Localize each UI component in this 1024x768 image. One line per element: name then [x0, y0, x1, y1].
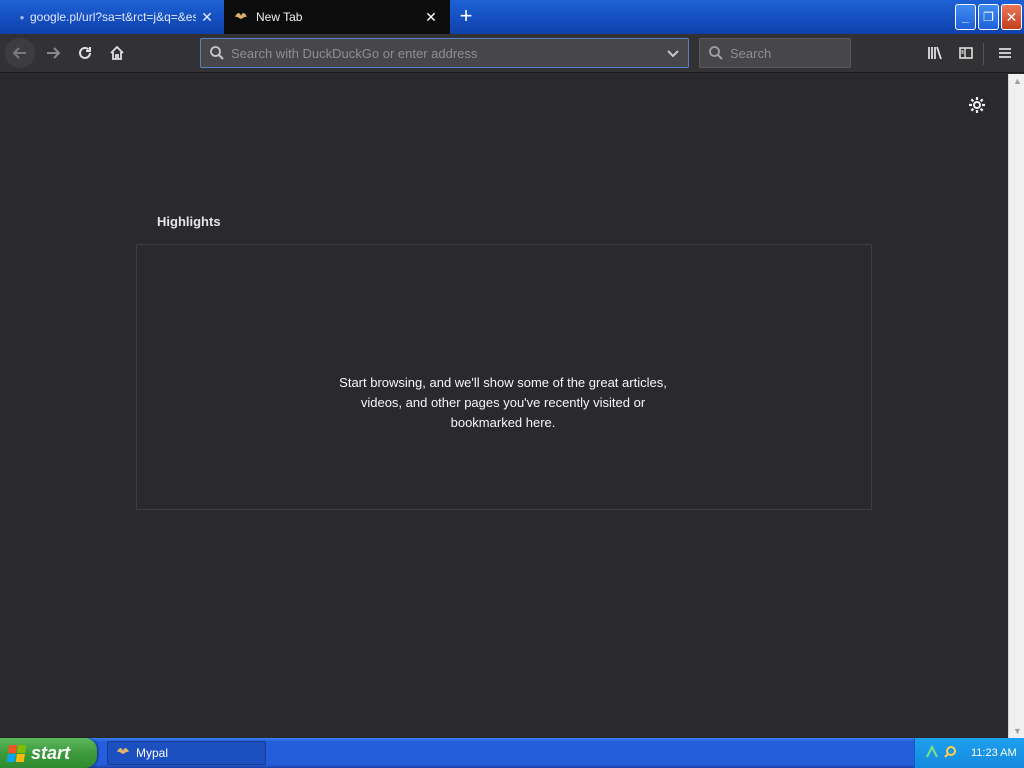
- highlights-section: Start browsing, and we'll show some of t…: [136, 244, 872, 510]
- nav-toolbar: [0, 34, 1024, 73]
- url-input[interactable]: [231, 45, 651, 61]
- taskbar-item-mypal[interactable]: Mypal: [107, 741, 266, 765]
- title-bar: ● google.pl/url?sa=t&rct=j&q=&esrc ✕ New…: [0, 0, 1024, 34]
- restore-icon: ❐: [983, 10, 994, 24]
- menu-button[interactable]: [990, 39, 1020, 67]
- forward-arrow-icon: [47, 47, 61, 59]
- reload-icon: [79, 46, 91, 59]
- mypal-favicon-icon: [234, 10, 248, 24]
- back-button[interactable]: [5, 38, 35, 68]
- reload-button[interactable]: [70, 39, 100, 67]
- vertical-scrollbar[interactable]: ▲ ▼: [1008, 74, 1024, 738]
- close-tab-icon[interactable]: ✕: [199, 9, 215, 25]
- network-icon[interactable]: [925, 744, 939, 762]
- close-tab-icon[interactable]: ✕: [423, 9, 439, 25]
- forward-button[interactable]: [38, 39, 68, 67]
- search-tray-icon[interactable]: [943, 745, 957, 762]
- scroll-up-icon[interactable]: ▲: [1013, 76, 1022, 86]
- close-window-button[interactable]: ✕: [1001, 4, 1022, 30]
- plus-icon: +: [459, 3, 473, 28]
- tab-title: New Tab: [256, 10, 303, 24]
- minimize-button[interactable]: _: [955, 4, 976, 30]
- new-tab-button[interactable]: +: [455, 3, 477, 28]
- windows-logo-icon: [6, 744, 27, 762]
- scroll-down-icon[interactable]: ▼: [1013, 726, 1022, 736]
- library-icon: [928, 46, 942, 60]
- url-bar[interactable]: [200, 38, 689, 68]
- taskbar: start Mypal 11:23 AM: [0, 738, 1024, 768]
- search-icon: [210, 46, 224, 60]
- taskbar-item-label: Mypal: [136, 746, 169, 760]
- tab-title: google.pl/url?sa=t&rct=j&q=&esrc: [30, 10, 196, 24]
- start-label: start: [31, 742, 71, 763]
- chevron-down-icon[interactable]: [666, 47, 680, 65]
- mypal-app-icon: [116, 746, 130, 761]
- tab-new-tab[interactable]: New Tab ✕: [224, 0, 450, 34]
- clock: 11:23 AM: [971, 747, 1017, 759]
- search-input[interactable]: [730, 45, 840, 61]
- close-icon: ✕: [1005, 8, 1018, 25]
- minimize-icon: _: [962, 10, 969, 24]
- new-tab-page: Highlights Start browsing, and we'll sho…: [0, 74, 1008, 738]
- hamburger-icon: [999, 48, 1011, 58]
- back-arrow-icon: [12, 47, 26, 59]
- home-icon: [110, 45, 124, 60]
- gear-icon: [969, 97, 985, 113]
- google-favicon-icon: ●: [19, 12, 25, 22]
- system-tray: 11:23 AM: [914, 738, 1024, 768]
- home-button[interactable]: [102, 39, 132, 67]
- library-button[interactable]: [920, 39, 950, 67]
- sidebar-icon: [959, 47, 973, 59]
- toolbar-separator: [983, 43, 984, 65]
- tab-google[interactable]: ● google.pl/url?sa=t&rct=j&q=&esrc ✕: [0, 0, 224, 34]
- search-bar[interactable]: [699, 38, 851, 68]
- search-icon: [709, 46, 723, 60]
- restore-button[interactable]: ❐: [978, 4, 999, 30]
- settings-button[interactable]: [966, 94, 988, 116]
- start-button[interactable]: start: [0, 738, 97, 768]
- highlights-heading[interactable]: Highlights: [157, 214, 221, 229]
- sidebar-button[interactable]: [951, 39, 981, 67]
- highlights-empty-message: Start browsing, and we'll show some of t…: [339, 375, 667, 430]
